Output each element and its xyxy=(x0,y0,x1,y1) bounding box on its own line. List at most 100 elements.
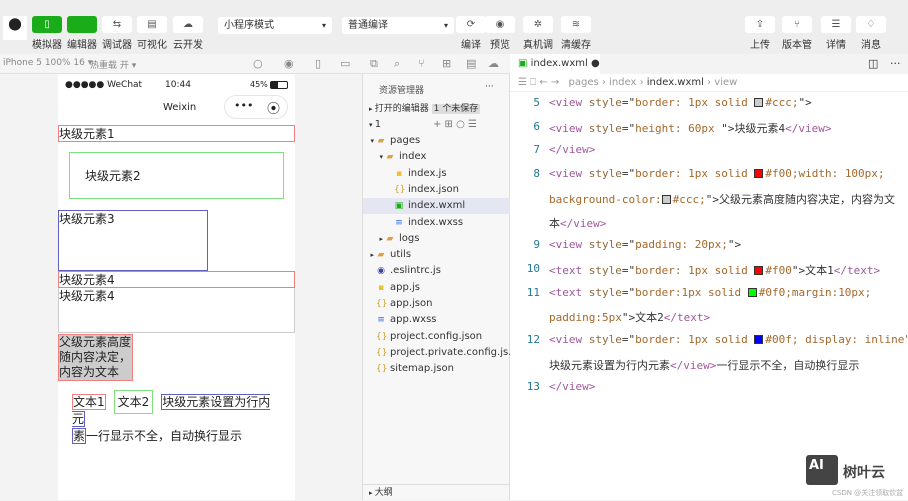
compile-select[interactable]: 普通编译 ▾ xyxy=(342,17,454,34)
code-line[interactable]: 块级元素设置为行内元素</view>一行显示不全，自动换行显示 xyxy=(549,357,859,373)
code-line[interactable]: <text style="border:1px solid #0f0;margi… xyxy=(549,286,871,299)
code-token: style xyxy=(588,96,622,109)
device-select[interactable]: iPhone 5 100% 16 ▾ xyxy=(3,58,92,68)
git-icon[interactable]: ⑂ xyxy=(418,57,425,70)
hot-reload-select[interactable]: 热重载 开 ▾ xyxy=(90,58,136,71)
block-element-1: 块级元素1 xyxy=(58,125,295,142)
code-token: #0f0;margin:10px; xyxy=(758,285,872,299)
breadcrumb: ☰ ⎕ ← → pages › index › index.wxml › vie… xyxy=(510,74,908,92)
rotate-icon[interactable]: ○ xyxy=(253,57,263,70)
list-icon[interactable]: ☰ xyxy=(518,77,527,88)
wxss-icon: ≡ xyxy=(395,217,403,228)
file-item[interactable]: ◉ .eslintrc.js xyxy=(363,263,511,279)
text-2: 文本2 xyxy=(113,390,154,414)
file-item[interactable]: ▾ ▰ index xyxy=(363,149,511,165)
more-icon[interactable]: ··· xyxy=(890,57,901,70)
status-signal: ●●●●● WeChat xyxy=(65,80,143,90)
button-label: 模拟器 xyxy=(32,40,62,51)
code-line[interactable]: </view> xyxy=(549,380,595,393)
code-line[interactable]: <text style="border: 1px solid #f00">文本1… xyxy=(549,262,880,278)
forward-icon[interactable]: → xyxy=(551,77,559,88)
wxml-icon: ▣ xyxy=(394,201,404,212)
file-item[interactable]: {} sitemap.json xyxy=(363,361,511,377)
code-line[interactable]: </view> xyxy=(549,143,595,156)
file-item[interactable]: ▪ index.js xyxy=(363,166,511,182)
wxss-icon: ≡ xyxy=(377,315,385,326)
watermark-logo: AI xyxy=(806,455,838,485)
code-line[interactable]: padding:5px">文本2</text> xyxy=(549,309,710,325)
save-icon[interactable]: ▤ xyxy=(466,57,476,70)
code-line[interactable]: 本</view> xyxy=(549,215,606,231)
block-text: 父级元素高度随内容决定，内容为文本 xyxy=(59,335,132,379)
file-name: index.js xyxy=(408,167,447,179)
code-token: =" xyxy=(621,96,636,109)
folder-icon: ▰ xyxy=(377,136,385,146)
code-line[interactable]: <view style="border: 1px solid #ccc;"> xyxy=(549,96,812,109)
code-line[interactable]: <view style="height: 60px ">块级元素4</view> xyxy=(549,120,831,136)
code-line[interactable]: background-color: #ccc;">父级元素高度随内容决定，内容为文 xyxy=(549,191,895,207)
docker-icon[interactable]: ☁ xyxy=(488,57,499,70)
file-item[interactable]: {} project.private.config.js... xyxy=(363,345,518,361)
上传-button[interactable]: ⇪ 上传 xyxy=(742,16,778,51)
parent-block-text: 父级元素高度随内容决定，内容为文本 xyxy=(58,334,133,381)
code-token: </view> xyxy=(785,121,832,135)
bell-icon: ♢ xyxy=(856,16,886,33)
file-item[interactable]: ▪ app.js xyxy=(363,280,511,296)
预览-button[interactable]: ◉ 预览 xyxy=(482,16,518,51)
可视化-button[interactable]: ▤ 可视化 xyxy=(134,16,170,51)
code-token: border: 1px solid xyxy=(635,263,755,277)
file-item[interactable]: {} project.config.json xyxy=(363,329,511,345)
code-token: #ccc; xyxy=(765,96,799,109)
调试器-button[interactable]: ⇆ 调试器 xyxy=(99,16,135,51)
code-token: 块级元素设置为行内元素 xyxy=(549,358,670,372)
split-editor-icon[interactable]: ◫ xyxy=(868,57,878,70)
file-item[interactable]: ▾ ▰ pages xyxy=(363,133,511,149)
crumb[interactable]: index xyxy=(609,77,636,88)
crumb[interactable]: view xyxy=(714,77,737,88)
清缓存-button[interactable]: ≋ 清缓存 xyxy=(558,16,594,51)
详情-button[interactable]: ☰ 详情 xyxy=(818,16,854,51)
云开发-button[interactable]: ☁ 云开发 xyxy=(170,16,206,51)
record-icon[interactable]: ◉ xyxy=(284,57,294,70)
code-token: ">文本1 xyxy=(791,263,834,277)
模拟器-button[interactable]: ▯ 模拟器 xyxy=(29,16,65,51)
code-line[interactable]: <view style="padding: 20px;"> xyxy=(549,238,741,251)
code-token: =" xyxy=(621,121,636,135)
file-item[interactable]: ▸ ▰ logs xyxy=(363,231,511,247)
project-root[interactable]: ▾ 1 + ⊞ ○ ☰ xyxy=(363,117,511,133)
color-swatch xyxy=(754,265,764,275)
more-icon[interactable]: ••• xyxy=(234,99,253,112)
close-target-icon[interactable]: ⦿ xyxy=(267,98,280,117)
code-line[interactable]: <view style="border: 1px solid #00f; dis… xyxy=(549,333,908,346)
bug-icon: ✲ xyxy=(523,16,553,33)
unsaved-dot-icon: ● xyxy=(590,58,600,69)
编辑器-button[interactable]: 编辑器 xyxy=(64,16,100,51)
search-icon[interactable]: ⌕ xyxy=(394,57,400,71)
file-item[interactable]: {} app.json xyxy=(363,296,511,312)
back-icon[interactable]: ← xyxy=(539,77,547,88)
swap-icon: ⇆ xyxy=(102,16,132,33)
code-token: <view xyxy=(549,121,589,135)
file-item[interactable]: ≡ index.wxss xyxy=(363,215,511,231)
mode-select[interactable]: 小程序模式 ▾ xyxy=(218,17,332,34)
file-item[interactable]: ≡ app.wxss xyxy=(363,312,511,328)
device-icon[interactable]: ▯ xyxy=(315,57,321,70)
explorer-more-button[interactable]: ··· xyxy=(485,82,494,92)
window-icon[interactable]: ▭ xyxy=(340,57,350,70)
file-item[interactable]: ▸ ▰ utils xyxy=(363,247,511,263)
消息-button[interactable]: ♢ 消息 xyxy=(853,16,889,51)
avatar[interactable] xyxy=(3,16,27,40)
capsule-menu[interactable]: ••• ⦿ xyxy=(224,95,288,119)
bookmark-icon[interactable]: ⎕ xyxy=(530,77,536,88)
outline-section[interactable]: ▸ 大纲 xyxy=(363,484,511,500)
open-editors-section[interactable]: ▸ 打开的编辑器 1 个未保存 xyxy=(363,101,511,117)
extensions-icon[interactable]: ⊞ xyxy=(442,57,451,70)
code-token: =" xyxy=(621,333,636,346)
tab-index-wxml[interactable]: ▣ index.wxml ● xyxy=(510,54,600,74)
code-line[interactable]: <view style="border: 1px solid #f00;widt… xyxy=(549,167,885,180)
files-icon[interactable]: ⧉ xyxy=(370,57,378,71)
crumb[interactable]: index.wxml xyxy=(647,77,704,88)
file-item[interactable]: ▣ index.wxml xyxy=(363,198,511,215)
crumb[interactable]: pages xyxy=(569,77,599,88)
file-item[interactable]: {} index.json xyxy=(363,182,511,198)
